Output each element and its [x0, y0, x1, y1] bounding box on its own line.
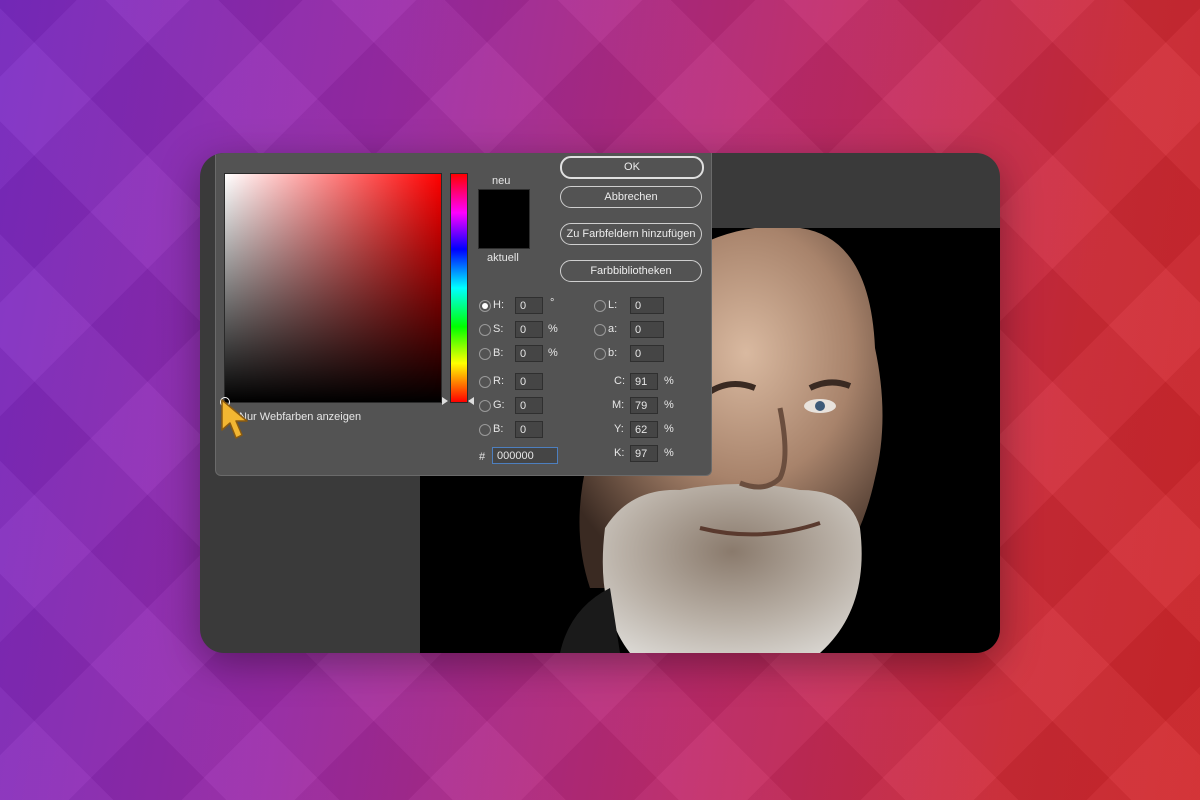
red-radio[interactable] [479, 376, 491, 388]
lab-b-radio[interactable] [594, 348, 606, 360]
current-color-label: aktuell [487, 252, 519, 264]
mouse-cursor-icon [218, 398, 250, 447]
saturation-brightness-field[interactable] [224, 173, 442, 403]
hex-field[interactable]: 000000 [492, 447, 558, 464]
lab-l-label: L: [608, 299, 618, 311]
lab-b-field[interactable]: 0 [630, 345, 664, 362]
hue-radio[interactable] [479, 300, 491, 312]
brightness-field[interactable]: 0 [515, 345, 543, 362]
hue-slider-right-arrow-icon[interactable] [468, 397, 474, 405]
magenta-label: M: [612, 399, 625, 411]
hue-unit: ° [550, 297, 555, 309]
brightness-label: B: [493, 347, 504, 359]
blue-field[interactable]: 0 [515, 421, 543, 438]
lab-a-label: a: [608, 323, 618, 335]
yellow-unit: % [664, 423, 674, 435]
color-libraries-button[interactable]: Farbbibliotheken [560, 260, 702, 282]
new-current-swatch [478, 189, 530, 249]
yellow-field[interactable]: 62 [630, 421, 658, 438]
add-to-swatches-button[interactable]: Zu Farbfeldern hinzufügen [560, 223, 702, 245]
saturation-radio[interactable] [479, 324, 491, 336]
red-field[interactable]: 0 [515, 373, 543, 390]
green-label: G: [493, 399, 505, 411]
ok-button[interactable]: OK [560, 156, 704, 179]
hue-slider[interactable] [450, 173, 468, 403]
cyan-unit: % [664, 375, 674, 387]
green-field[interactable]: 0 [515, 397, 543, 414]
magenta-field[interactable]: 79 [630, 397, 658, 414]
black-label: K: [614, 447, 625, 459]
lab-b-label: b: [608, 347, 618, 359]
saturation-unit: % [548, 323, 558, 335]
hue-label: H: [493, 299, 504, 311]
blue-label: B: [493, 423, 504, 435]
lab-a-radio[interactable] [594, 324, 606, 336]
red-label: R: [493, 375, 504, 387]
new-color-label: neu [492, 175, 511, 187]
color-picker-dialog: neu aktuell OK Abbrechen Zu Farbfeldern … [215, 153, 712, 476]
brightness-radio[interactable] [479, 348, 491, 360]
black-unit: % [664, 447, 674, 459]
saturation-label: S: [493, 323, 504, 335]
app-window: neu aktuell OK Abbrechen Zu Farbfeldern … [200, 153, 1000, 653]
brightness-unit: % [548, 347, 558, 359]
yellow-label: Y: [614, 423, 624, 435]
blue-radio[interactable] [479, 424, 491, 436]
lab-l-field[interactable]: 0 [630, 297, 664, 314]
lab-a-field[interactable]: 0 [630, 321, 664, 338]
hex-label: # [479, 451, 486, 463]
web-colors-label: Nur Webfarben anzeigen [239, 411, 362, 423]
black-field[interactable]: 97 [630, 445, 658, 462]
green-radio[interactable] [479, 400, 491, 412]
magenta-unit: % [664, 399, 674, 411]
lab-l-radio[interactable] [594, 300, 606, 312]
hue-field[interactable]: 0 [515, 297, 543, 314]
hue-slider-left-arrow-icon[interactable] [442, 397, 448, 405]
cancel-button[interactable]: Abbrechen [560, 186, 702, 208]
saturation-field[interactable]: 0 [515, 321, 543, 338]
cyan-field[interactable]: 91 [630, 373, 658, 390]
cyan-label: C: [614, 375, 625, 387]
